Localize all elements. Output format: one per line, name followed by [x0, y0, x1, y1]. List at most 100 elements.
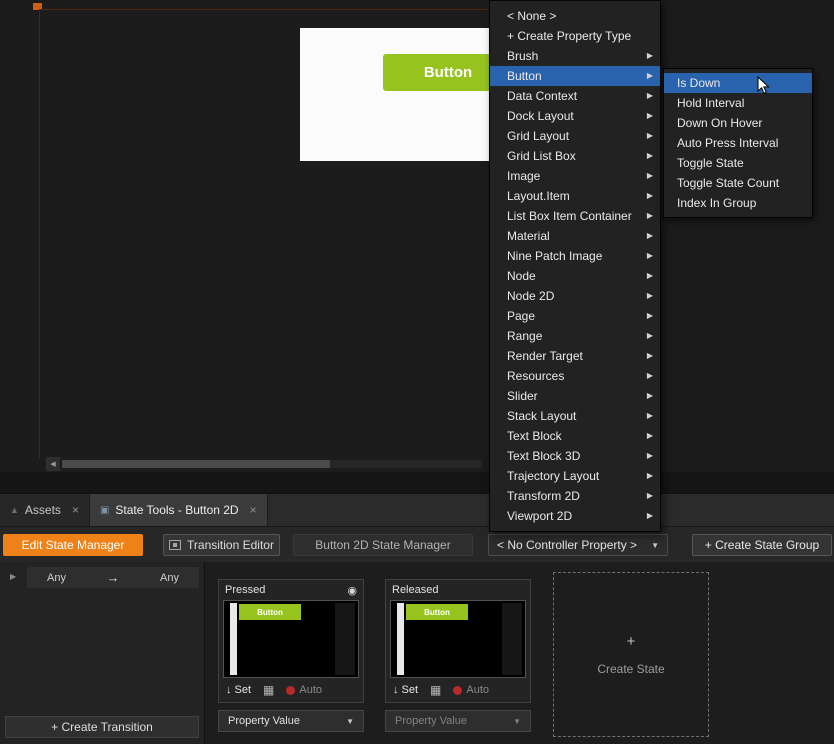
- auto-label[interactable]: Auto: [299, 684, 322, 696]
- submenu-arrow-icon: ▶: [647, 346, 653, 366]
- menu-item-render-target[interactable]: Render Target▶: [490, 346, 660, 366]
- create-state-button[interactable]: + Create State: [553, 572, 709, 737]
- preview-state-icon[interactable]: ◉: [347, 584, 357, 597]
- states-area: Pressed ◉ Button ↓ Set ▦ Auto Property V: [205, 562, 834, 744]
- menu-item-brush[interactable]: Brush▶: [490, 46, 660, 66]
- create-state-group-button[interactable]: + Create State Group: [692, 534, 832, 556]
- menu-item-node-2d[interactable]: Node 2D▶: [490, 286, 660, 306]
- composition-background: [300, 28, 500, 161]
- submenu-item-hold-interval[interactable]: Hold Interval: [664, 93, 812, 113]
- transition-editor-label: Transition Editor: [187, 538, 274, 552]
- button-property-submenu: Is Down Hold Interval Down On Hover Auto…: [663, 68, 813, 218]
- menu-item-transform-2d[interactable]: Transform 2D▶: [490, 486, 660, 506]
- menu-item-text-block-3d[interactable]: Text Block 3D▶: [490, 446, 660, 466]
- auto-label[interactable]: Auto: [466, 684, 489, 696]
- menu-item-grid-list-box[interactable]: Grid List Box▶: [490, 146, 660, 166]
- auto-record-icon[interactable]: [286, 686, 295, 695]
- menu-item-button[interactable]: Button▶: [490, 66, 660, 86]
- create-state-label: Create State: [597, 662, 664, 676]
- scrollbar-thumb[interactable]: [62, 460, 330, 468]
- state-thumbnail: Button: [223, 600, 359, 678]
- scroll-left-icon[interactable]: ◀: [46, 457, 60, 471]
- state-card-header: Released: [386, 580, 530, 600]
- close-icon[interactable]: ×: [250, 503, 257, 517]
- menu-item-create-property-type[interactable]: + Create Property Type: [490, 26, 660, 46]
- menu-item-grid-layout[interactable]: Grid Layout▶: [490, 126, 660, 146]
- tab-state-tools[interactable]: ▣ State Tools - Button 2D ×: [90, 494, 268, 526]
- menu-item-page[interactable]: Page▶: [490, 306, 660, 326]
- keyframe-grid-icon[interactable]: ▦: [430, 683, 441, 697]
- arrow-right-icon: →: [107, 570, 120, 585]
- set-button[interactable]: Set: [402, 684, 419, 696]
- menu-item-nine-patch-image[interactable]: Nine Patch Image▶: [490, 246, 660, 266]
- set-button[interactable]: Set: [235, 684, 252, 696]
- keyframe-grid-icon[interactable]: ▦: [263, 683, 274, 697]
- submenu-arrow-icon: ▶: [647, 426, 653, 446]
- submenu-item-toggle-state-count[interactable]: Toggle State Count: [664, 173, 812, 193]
- app-window: Button ◀ ▲ Assets × ▣ State Tools - Butt…: [0, 0, 834, 744]
- submenu-arrow-icon: ▶: [647, 66, 653, 86]
- submenu-arrow-icon: ▶: [647, 126, 653, 146]
- submenu-item-toggle-state[interactable]: Toggle State: [664, 153, 812, 173]
- create-transition-button[interactable]: + Create Transition: [5, 716, 199, 738]
- menu-item-range[interactable]: Range▶: [490, 326, 660, 346]
- thumbnail-white-strip: [397, 603, 404, 675]
- menu-item-none[interactable]: < None >: [490, 6, 660, 26]
- thumbnail-dark-column: [502, 603, 522, 675]
- property-value-dropdown-pressed[interactable]: Property Value ▼: [218, 710, 364, 732]
- submenu-item-is-down[interactable]: Is Down: [664, 73, 812, 93]
- transitions-panel: ▶ Any → Any + Create Transition: [0, 562, 205, 744]
- edit-state-manager-button[interactable]: Edit State Manager: [3, 534, 143, 556]
- controller-property-dropdown[interactable]: < No Controller Property > ▼: [488, 534, 668, 556]
- menu-item-layout-item[interactable]: Layout.Item▶: [490, 186, 660, 206]
- menu-item-trajectory-layout[interactable]: Trajectory Layout▶: [490, 466, 660, 486]
- submenu-item-index-in-group[interactable]: Index In Group: [664, 193, 812, 213]
- menu-item-text-block[interactable]: Text Block▶: [490, 426, 660, 446]
- property-value-label: Property Value: [228, 715, 300, 727]
- property-type-menu: < None > + Create Property Type Brush▶ B…: [489, 0, 661, 532]
- submenu-arrow-icon: ▶: [647, 166, 653, 186]
- property-value-dropdown-released[interactable]: Property Value ▼: [385, 710, 531, 732]
- submenu-arrow-icon: ▶: [647, 206, 653, 226]
- transition-row-any-any[interactable]: Any → Any: [27, 567, 199, 588]
- submenu-arrow-icon: ▶: [647, 246, 653, 266]
- submenu-arrow-icon: ▶: [647, 186, 653, 206]
- thumbnail-dark-column: [335, 603, 355, 675]
- submenu-arrow-icon: ▶: [647, 266, 653, 286]
- close-icon[interactable]: ×: [72, 503, 79, 517]
- transition-editor-button[interactable]: Transition Editor: [163, 534, 280, 556]
- submenu-arrow-icon: ▶: [647, 306, 653, 326]
- submenu-arrow-icon: ▶: [647, 326, 653, 346]
- chevron-down-icon: ▼: [513, 717, 521, 726]
- tab-assets[interactable]: ▲ Assets ×: [0, 494, 90, 526]
- menu-item-data-context[interactable]: Data Context▶: [490, 86, 660, 106]
- expander-icon[interactable]: ▶: [10, 572, 16, 581]
- mouse-cursor: [757, 76, 771, 96]
- assets-icon: ▲: [10, 505, 19, 515]
- submenu-item-down-on-hover[interactable]: Down On Hover: [664, 113, 812, 133]
- auto-record-icon[interactable]: [453, 686, 462, 695]
- horizontal-scrollbar[interactable]: [62, 460, 482, 468]
- menu-item-image[interactable]: Image▶: [490, 166, 660, 186]
- chevron-down-icon: ▼: [346, 717, 354, 726]
- menu-item-material[interactable]: Material▶: [490, 226, 660, 246]
- menu-item-list-box-item-container[interactable]: List Box Item Container▶: [490, 206, 660, 226]
- state-name: Pressed: [225, 584, 265, 596]
- thumbnail-button: Button: [406, 604, 468, 620]
- state-name: Released: [392, 584, 438, 596]
- set-down-arrow-icon: ↓: [393, 684, 399, 696]
- transition-to-label: Any: [160, 572, 179, 584]
- state-card-released[interactable]: Released Button ↓ Set ▦ Auto: [385, 579, 531, 703]
- menu-item-dock-layout[interactable]: Dock Layout▶: [490, 106, 660, 126]
- menu-item-stack-layout[interactable]: Stack Layout▶: [490, 406, 660, 426]
- state-set-row: ↓ Set ▦ Auto: [386, 678, 530, 702]
- submenu-item-auto-press-interval[interactable]: Auto Press Interval: [664, 133, 812, 153]
- state-card-pressed[interactable]: Pressed ◉ Button ↓ Set ▦ Auto: [218, 579, 364, 703]
- menu-item-slider[interactable]: Slider▶: [490, 386, 660, 406]
- submenu-arrow-icon: ▶: [647, 366, 653, 386]
- menu-item-resources[interactable]: Resources▶: [490, 366, 660, 386]
- submenu-arrow-icon: ▶: [647, 46, 653, 66]
- selection-outline-left: [39, 9, 40, 458]
- menu-item-viewport-2d[interactable]: Viewport 2D▶: [490, 506, 660, 526]
- menu-item-node[interactable]: Node▶: [490, 266, 660, 286]
